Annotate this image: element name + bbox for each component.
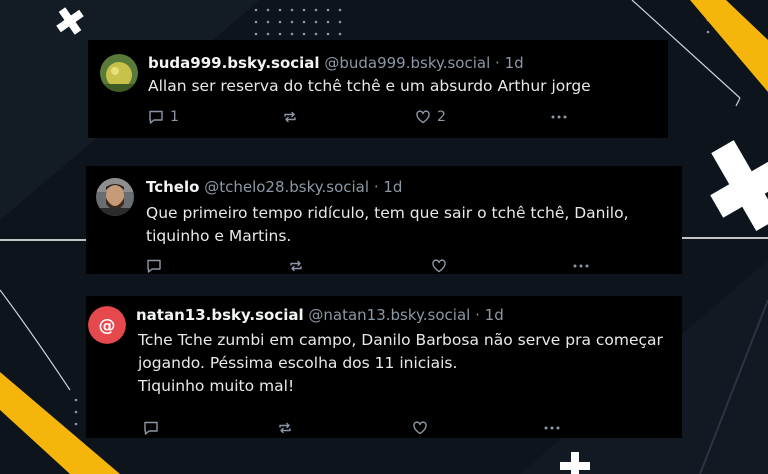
post-time[interactable]: 1d bbox=[485, 306, 504, 324]
author-display-name[interactable]: buda999.bsky.social bbox=[148, 54, 320, 72]
heart-icon bbox=[432, 259, 446, 273]
plus-shape-right bbox=[710, 140, 768, 232]
post-actions bbox=[143, 418, 663, 438]
post-card[interactable]: buda999.bsky.social @buda999.bsky.social… bbox=[88, 40, 668, 138]
svg-text:@: @ bbox=[99, 316, 116, 336]
reply-count: 1 bbox=[170, 109, 179, 125]
post-time[interactable]: 1d bbox=[383, 178, 402, 196]
post-actions bbox=[146, 256, 666, 276]
plus-shape-bottom bbox=[560, 452, 590, 474]
bearded-man-avatar-icon bbox=[96, 178, 134, 216]
more-dots-icon bbox=[544, 426, 560, 430]
reply-button[interactable] bbox=[146, 256, 168, 276]
plus-shape-top-left bbox=[56, 7, 84, 35]
more-dots-icon bbox=[551, 115, 567, 119]
post-text: Que primeiro tempo ridículo, tem que sai… bbox=[146, 202, 629, 248]
more-options-button[interactable] bbox=[550, 107, 568, 127]
more-options-button[interactable] bbox=[543, 418, 561, 438]
post-actions: 1 2 bbox=[148, 107, 648, 127]
avatar[interactable] bbox=[96, 178, 134, 216]
post-card[interactable]: Tchelo @tchelo28.bsky.social · 1d Que pr… bbox=[86, 166, 682, 274]
like-button[interactable] bbox=[412, 418, 434, 438]
avatar[interactable]: @ bbox=[88, 306, 126, 344]
at-sign-avatar-icon: @ bbox=[88, 306, 126, 344]
avatar[interactable] bbox=[100, 54, 138, 92]
heart-icon bbox=[416, 110, 430, 124]
post-text-line: Tche Tche zumbi em campo, Danilo Barbosa… bbox=[138, 331, 663, 349]
repost-icon bbox=[284, 111, 296, 123]
post-text: Allan ser reserva do tchê tchê e um absu… bbox=[148, 75, 591, 98]
like-button[interactable]: 2 bbox=[415, 107, 446, 127]
like-count: 2 bbox=[437, 109, 446, 125]
separator: · bbox=[475, 306, 480, 324]
post-text-line: Allan ser reserva do tchê tchê e um absu… bbox=[148, 77, 591, 95]
separator: · bbox=[373, 178, 379, 196]
reply-button[interactable] bbox=[143, 418, 165, 438]
post-text-line: Tiquinho muito mal! bbox=[138, 377, 295, 395]
post-text-line: tiquinho e Martins. bbox=[146, 227, 292, 245]
reply-button[interactable]: 1 bbox=[148, 107, 179, 127]
reply-icon bbox=[149, 110, 163, 124]
heart-icon bbox=[413, 421, 427, 435]
post-text: Tche Tche zumbi em campo, Danilo Barbosa… bbox=[138, 329, 663, 398]
reply-icon bbox=[147, 259, 161, 273]
post-text-line: Que primeiro tempo ridículo, tem que sai… bbox=[146, 204, 629, 222]
author-handle[interactable]: @buda999.bsky.social bbox=[324, 54, 490, 72]
repost-button[interactable] bbox=[277, 418, 293, 438]
separator: · bbox=[495, 54, 500, 72]
post-time[interactable]: 1d bbox=[505, 54, 524, 72]
reply-icon bbox=[144, 421, 158, 435]
author-handle[interactable]: @tchelo28.bsky.social bbox=[204, 178, 369, 196]
repost-button[interactable] bbox=[282, 107, 298, 127]
repost-button[interactable] bbox=[288, 256, 304, 276]
author-handle[interactable]: @natan13.bsky.social bbox=[308, 306, 470, 324]
green-ball-avatar-icon bbox=[100, 54, 138, 92]
repost-icon bbox=[290, 260, 302, 272]
author-display-name[interactable]: natan13.bsky.social bbox=[136, 306, 304, 324]
author-display-name[interactable]: Tchelo bbox=[146, 178, 199, 196]
repost-icon bbox=[279, 422, 291, 434]
more-dots-icon bbox=[573, 264, 589, 268]
post-text-line: jogando. Péssima escolha dos 11 iniciais… bbox=[138, 354, 458, 372]
like-button[interactable] bbox=[431, 256, 453, 276]
more-options-button[interactable] bbox=[572, 256, 590, 276]
post-card[interactable]: @ natan13.bsky.social @natan13.bsky.soci… bbox=[86, 296, 682, 438]
